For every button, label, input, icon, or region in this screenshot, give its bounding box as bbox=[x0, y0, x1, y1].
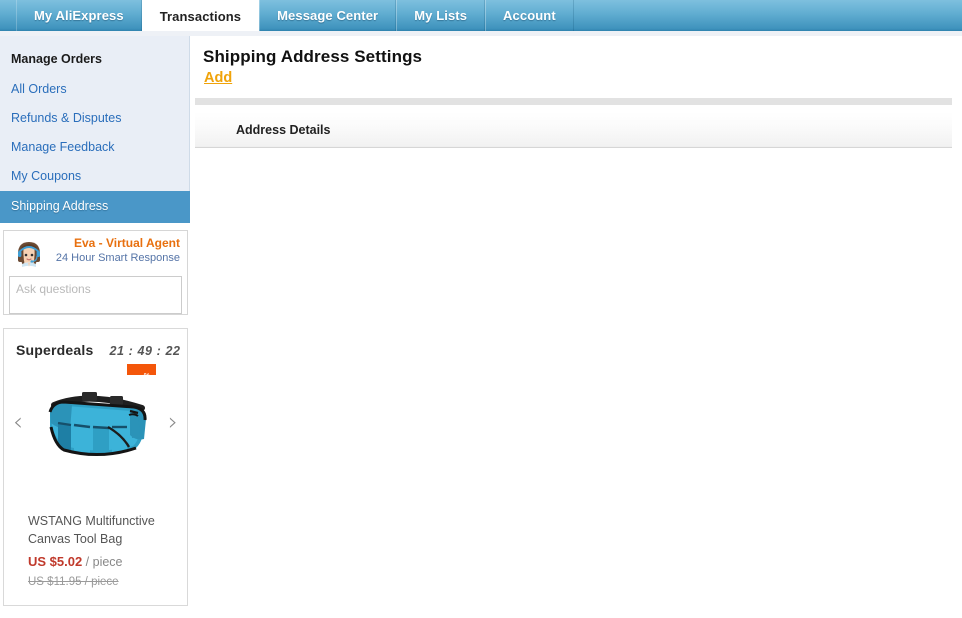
virtual-agent-text: Eva - Virtual Agent 24 Hour Smart Respon… bbox=[49, 236, 182, 266]
sidebar-item-shipping-address[interactable]: Shipping Address bbox=[0, 191, 190, 223]
product-image[interactable] bbox=[30, 375, 165, 480]
tab-my-aliexpress-label: My AliExpress bbox=[34, 8, 124, 23]
tab-message-center[interactable]: Message Center bbox=[259, 0, 396, 31]
chevron-right-icon[interactable]: › bbox=[165, 410, 181, 436]
product-price: US $5.02 bbox=[28, 554, 82, 569]
virtual-agent-subtitle: 24 Hour Smart Response bbox=[53, 251, 180, 266]
section-divider bbox=[195, 98, 952, 105]
superdeals-header: Superdeals 21 : 49 : 22 bbox=[4, 329, 187, 358]
tab-transactions-label: Transactions bbox=[160, 9, 241, 24]
sidebar-navigation: Manage Orders All Orders Refunds & Dispu… bbox=[0, 36, 190, 223]
tab-account-label: Account bbox=[503, 8, 556, 23]
address-details-panel-header: Address Details bbox=[195, 112, 952, 148]
virtual-agent-avatar-icon bbox=[9, 236, 49, 272]
virtual-agent-name: Eva - Virtual Agent bbox=[53, 236, 180, 251]
sidebar-item-refunds-disputes[interactable]: Refunds & Disputes bbox=[0, 104, 189, 133]
top-navigation-bar: My AliExpress Transactions Message Cente… bbox=[0, 0, 962, 31]
virtual-agent-widget: Eva - Virtual Agent 24 Hour Smart Respon… bbox=[3, 230, 188, 315]
sidebar-item-my-coupons[interactable]: My Coupons bbox=[0, 162, 189, 191]
page-title: Shipping Address Settings bbox=[203, 47, 422, 67]
superdeals-title: Superdeals bbox=[16, 342, 93, 358]
top-navigation-tabs: My AliExpress Transactions Message Cente… bbox=[0, 0, 962, 31]
tab-my-lists[interactable]: My Lists bbox=[396, 0, 485, 31]
ask-questions-input[interactable] bbox=[9, 276, 182, 314]
address-details-title: Address Details bbox=[236, 123, 330, 137]
add-address-link[interactable]: Add bbox=[204, 70, 232, 86]
superdeals-carousel: 58 % OFF ‹ › bbox=[4, 362, 187, 492]
product-name[interactable]: WSTANG Multifunctive Canvas Tool Bag bbox=[4, 492, 187, 548]
tab-account[interactable]: Account bbox=[485, 0, 574, 31]
tab-message-center-label: Message Center bbox=[277, 8, 378, 23]
product-old-price: US $11.95 / piece bbox=[4, 571, 187, 590]
sidebar-section-title: Manage Orders bbox=[0, 48, 189, 75]
tab-transactions[interactable]: Transactions bbox=[142, 0, 259, 31]
product-price-unit: / piece bbox=[82, 555, 122, 569]
virtual-agent-header: Eva - Virtual Agent 24 Hour Smart Respon… bbox=[9, 236, 182, 272]
superdeals-widget: Superdeals 21 : 49 : 22 58 % OFF ‹ › bbox=[3, 328, 188, 606]
sidebar-item-manage-feedback[interactable]: Manage Feedback bbox=[0, 133, 189, 162]
main-content: Shipping Address Settings Add Address De… bbox=[191, 36, 962, 618]
tab-my-aliexpress[interactable]: My AliExpress bbox=[16, 0, 142, 31]
sidebar: Manage Orders All Orders Refunds & Dispu… bbox=[0, 36, 191, 223]
tab-my-lists-label: My Lists bbox=[414, 8, 467, 23]
sidebar-item-all-orders[interactable]: All Orders bbox=[0, 75, 189, 104]
chevron-left-icon[interactable]: ‹ bbox=[10, 410, 26, 436]
superdeals-countdown-timer: 21 : 49 : 22 bbox=[109, 344, 180, 358]
product-price-row: US $5.02 / piece bbox=[4, 548, 187, 571]
page-body: Manage Orders All Orders Refunds & Dispu… bbox=[0, 36, 962, 618]
